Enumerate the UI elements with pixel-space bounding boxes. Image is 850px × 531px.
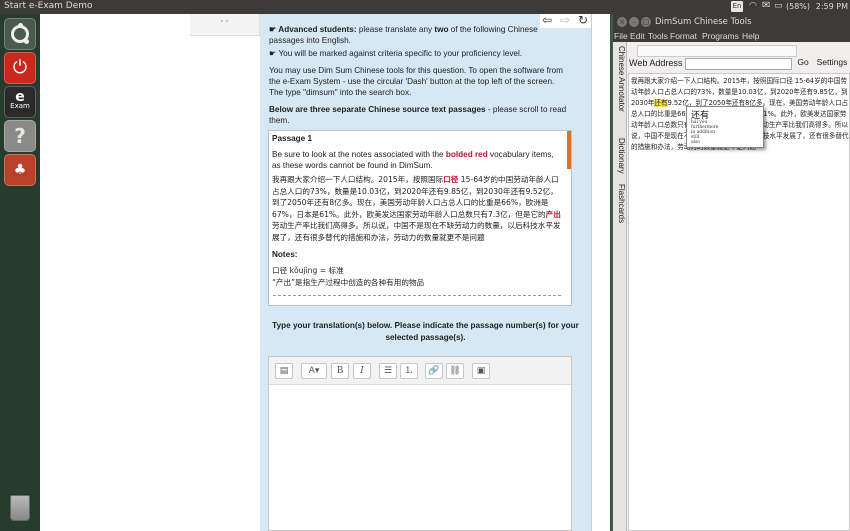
web-address-input[interactable] xyxy=(685,58,792,70)
e-exam-icon: e Exam xyxy=(10,89,30,110)
wifi-icon[interactable]: ◠ xyxy=(749,1,757,11)
web-address-label: Web Address xyxy=(629,58,683,68)
e-exam-launcher[interactable]: e Exam xyxy=(4,86,36,118)
highlighted-word[interactable]: 还有 xyxy=(654,99,668,107)
two-emphasis: two xyxy=(434,25,449,34)
below-instruction: Below are three separate Chinese source … xyxy=(269,104,569,126)
settings-button[interactable]: Settings xyxy=(813,57,850,70)
zh-vocab-chanchu: 产出 xyxy=(545,209,561,219)
dash-button[interactable] xyxy=(4,18,36,50)
keyboard-language-indicator[interactable]: En xyxy=(731,1,743,12)
zh-part-1: 我再跟大家介绍一下人口结构。2015年，按照国际 xyxy=(272,175,444,184)
menu-help[interactable]: Help xyxy=(742,31,759,41)
dimsum-vertical-tabs: Chinese Annotator Dictionary Flashcards xyxy=(613,42,627,531)
dimsum-titlebar[interactable]: × – □ DimSum Chinese Tools xyxy=(613,14,850,31)
dimsum-launcher[interactable]: ♣ xyxy=(4,154,36,186)
advanced-instruction: ☛ Advanced students: please translate an… xyxy=(269,24,569,46)
app-title: Start e-Exam Demo xyxy=(4,1,93,11)
top-panel: Start e-Exam Demo En ◠ ✉ ▭ (58%) 2:59 PM xyxy=(0,0,850,14)
reload-icon[interactable]: ↻ xyxy=(578,14,588,27)
trash-launcher[interactable] xyxy=(4,492,36,524)
annotator-panel: Web Address Go Settings 我再跟大家介绍一下人口结构。20… xyxy=(627,42,850,531)
editor-toolbar: ▤ A▾ B I ☰ ⒈ 🔗 ⛓ ▣ xyxy=(269,357,571,385)
menu-programs[interactable]: Programs xyxy=(702,31,739,41)
shutdown-button[interactable]: ⏻ xyxy=(4,52,36,84)
bold-button[interactable]: B xyxy=(331,363,349,379)
note-chanchu: “产出”是指生产过程中创造的各种有用的物品 xyxy=(272,278,425,287)
clock[interactable]: 2:59 PM xyxy=(814,2,848,11)
passage-heading: Passage 1 xyxy=(272,134,313,143)
tab-chinese-annotator[interactable]: Chinese Annotator xyxy=(614,46,626,112)
back-icon[interactable]: ⇦ xyxy=(542,14,552,27)
criteria-instruction: ☛ You will be marked against criteria sp… xyxy=(269,49,523,58)
question-icon: ? xyxy=(14,124,26,148)
passage-chinese-text: 我再跟大家介绍一下人口结构。2015年，按照国际口径 15-64岁的中国劳动年龄… xyxy=(272,174,564,243)
trash-icon xyxy=(10,495,30,521)
minimize-icon[interactable]: – xyxy=(629,17,639,27)
popup-line: also xyxy=(691,140,700,145)
note-bolded-red: bolded red xyxy=(445,150,488,159)
forward-icon[interactable]: ⇨ xyxy=(560,14,570,27)
definition-popup: 还有 hái yǒu furthermore in addition still… xyxy=(686,106,764,148)
passage-note: Be sure to look at the notes associated … xyxy=(272,149,564,171)
zh-part-3: 劳动生产率比我们高得多。所以说，中国不是现在不缺劳动力的数量，以后科技水平发展了… xyxy=(272,221,561,242)
passage-scrollbar-thumb[interactable] xyxy=(567,131,571,169)
tab-flashcards[interactable]: Flashcards xyxy=(614,184,626,223)
translation-header: Type your translation(s) below. Please i… xyxy=(272,321,579,342)
translation-editor[interactable]: ▤ A▾ B I ☰ ⒈ 🔗 ⛓ ▣ xyxy=(268,356,572,531)
notes-heading: Notes: xyxy=(272,250,298,259)
advanced-text: please translate any xyxy=(356,25,435,34)
link-button[interactable]: 🔗 xyxy=(425,363,443,379)
tab-dictionary[interactable]: Dictionary xyxy=(614,138,626,174)
font-style-dropdown[interactable]: A▾ xyxy=(301,363,327,379)
help-launcher[interactable]: ? xyxy=(4,120,36,152)
exam-question-panel: ☛ Advanced students: please translate an… xyxy=(260,14,591,531)
launcher: ⏻ e Exam ? ♣ xyxy=(0,14,40,531)
bullet-list-button[interactable]: ☰ xyxy=(379,363,397,379)
tab-corner[interactable]: , , xyxy=(190,14,260,36)
maximize-icon[interactable]: □ xyxy=(641,17,651,27)
insert-image-button[interactable]: ▣ xyxy=(472,363,490,379)
zh-vocab-koujing: 口径 xyxy=(443,175,459,184)
note-koujing: 口径 kǒujìng = 标准 xyxy=(272,266,344,275)
dimsum-instruction: You may use Dim Sum Chinese tools for th… xyxy=(269,66,563,97)
left-margin: , , xyxy=(40,14,260,531)
browser-window: , , ☛ Advanced students: please translat… xyxy=(40,14,610,531)
unlink-button[interactable]: ⛓ xyxy=(446,363,464,379)
annotator-toolbar[interactable] xyxy=(637,45,797,57)
menu-edit[interactable]: Edit xyxy=(630,31,645,41)
dimsum-icon: ♣ xyxy=(13,162,27,178)
note-text-a: Be sure to look at the notes associated … xyxy=(272,150,446,159)
dimsum-menubar: File Edit Tools Format Programs Help xyxy=(613,31,850,42)
browser-scrollbar[interactable] xyxy=(591,14,610,531)
ubuntu-logo-icon xyxy=(11,23,29,44)
battery-icon[interactable]: ▭ xyxy=(774,1,783,11)
advanced-lead: ☛ Advanced students: xyxy=(269,25,357,34)
menu-file[interactable]: File xyxy=(614,31,628,41)
numbered-list-button[interactable]: ⒈ xyxy=(400,363,418,379)
format-block-button[interactable]: ▤ xyxy=(275,363,293,379)
menu-tools[interactable]: Tools xyxy=(648,31,668,41)
battery-percentage: (58%) xyxy=(786,2,811,11)
mail-icon[interactable]: ✉ xyxy=(762,0,770,11)
close-icon[interactable]: × xyxy=(617,17,627,27)
power-icon: ⏻ xyxy=(12,57,28,78)
dimsum-window: × – □ DimSum Chinese Tools File Edit Too… xyxy=(612,14,850,531)
italic-button[interactable]: I xyxy=(353,363,371,379)
dimsum-window-title: DimSum Chinese Tools xyxy=(655,17,752,27)
passage-scroll-box[interactable]: Passage 1 Be sure to look at the notes a… xyxy=(268,130,572,306)
passage-divider xyxy=(273,295,561,296)
menu-format[interactable]: Format xyxy=(670,31,697,41)
below-bold: Below are three separate Chinese source … xyxy=(269,105,486,114)
go-button[interactable]: Go xyxy=(795,57,811,70)
